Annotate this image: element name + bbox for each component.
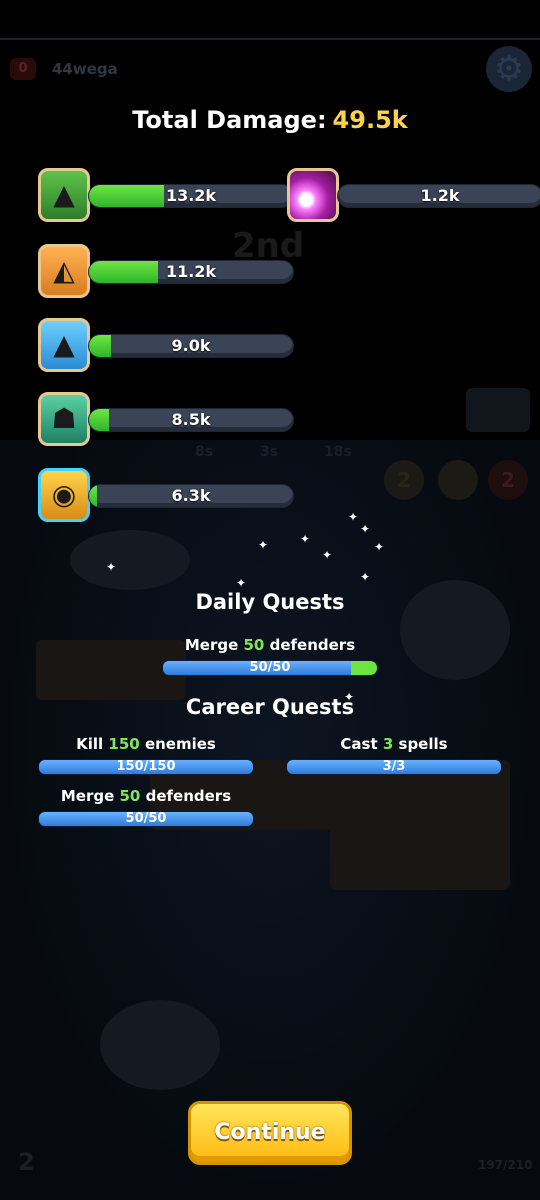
magic-spell-portrait: [287, 168, 339, 222]
sparkle-icon: ✦: [360, 570, 371, 584]
sparkle-icon: ✦: [236, 576, 247, 590]
quest-label: Merge 50 defenders: [60, 787, 232, 805]
total-damage-value: 49.5k: [332, 106, 408, 134]
damage-bar: 6.3k: [88, 484, 294, 508]
settings-gear-icon[interactable]: ⚙: [486, 46, 532, 92]
quest-progress-text: 50/50: [125, 811, 167, 826]
sparkle-icon: ✦: [360, 522, 371, 536]
player-name: 44wega: [52, 60, 118, 78]
timer-3: 18s: [324, 444, 352, 460]
sparkle-icon: ✦: [322, 548, 333, 562]
total-damage-title: Total Damage: 49.5k: [0, 106, 540, 134]
footer-counter: 197/210: [478, 1158, 533, 1172]
quest-progress-text: 50/50: [249, 660, 291, 675]
ice-mage-portrait: ▲: [38, 318, 90, 372]
heart-icon: 2: [488, 460, 528, 500]
quest-label: Cast 3 spells: [340, 735, 448, 753]
damage-value: 1.2k: [420, 186, 460, 205]
side-badge-right: 2: [501, 468, 515, 492]
quest-label: Merge 50 defenders: [184, 636, 356, 654]
damage-bar: 13.2k: [88, 184, 294, 208]
timer-2: 3s: [260, 444, 279, 460]
quest-progress-bar: 150/150: [38, 759, 254, 775]
damage-value: 13.2k: [165, 186, 217, 205]
damage-value: 11.2k: [165, 262, 217, 281]
total-damage-label: Total Damage:: [132, 106, 327, 134]
career-quest-cast: Cast 3 spells 3/3: [286, 735, 502, 775]
timer-1: 8s: [195, 444, 214, 460]
sparkle-icon: ✦: [374, 540, 385, 554]
green-hooded-mage-portrait: ▲: [38, 168, 90, 222]
quest-progress-bar: 3/3: [286, 759, 502, 775]
career-quest-merge: Merge 50 defenders 50/50: [38, 787, 254, 827]
damage-bar: 9.0k: [88, 334, 294, 358]
goggles-mage-portrait: ◉: [38, 468, 90, 522]
side-coin-icon: 2: [384, 460, 424, 500]
sparkle-icon: ✦: [258, 538, 269, 552]
damage-bar: 11.2k: [88, 260, 294, 284]
top-divider: [0, 38, 540, 40]
straw-hat-mage-portrait: ◭: [38, 244, 90, 298]
quest-progress-text: 3/3: [382, 759, 406, 774]
sparkle-icon: ✦: [300, 532, 311, 546]
damage-bar: 1.2k: [337, 184, 540, 208]
career-quest-kill: Kill 150 enemies 150/150: [38, 735, 254, 775]
daily-quests-title: Daily Quests: [195, 590, 345, 614]
teal-mage-portrait: ☗: [38, 392, 90, 446]
footer-left-number: 2: [18, 1148, 35, 1176]
continue-button[interactable]: Continue: [188, 1101, 352, 1165]
board-grid-icon: [466, 388, 530, 432]
chat-icon: [438, 460, 478, 500]
sparkle-icon: ✦: [106, 560, 117, 574]
damage-value: 9.0k: [171, 336, 211, 355]
quest-progress-text: 150/150: [116, 759, 176, 774]
career-quests-title: Career Quests: [185, 695, 355, 719]
score-badge: 0: [10, 58, 36, 80]
side-badge-left: 2: [397, 468, 411, 492]
damage-value: 6.3k: [171, 486, 211, 505]
quest-progress-bar: 50/50: [162, 660, 378, 676]
sparkle-icon: ✦: [348, 510, 359, 524]
damage-value: 8.5k: [171, 410, 211, 429]
daily-quest-merge: Merge 50 defenders 50/50: [162, 636, 378, 676]
damage-bar: 8.5k: [88, 408, 294, 432]
quest-label: Kill 150 enemies: [76, 735, 216, 753]
quest-progress-bar: 50/50: [38, 811, 254, 827]
